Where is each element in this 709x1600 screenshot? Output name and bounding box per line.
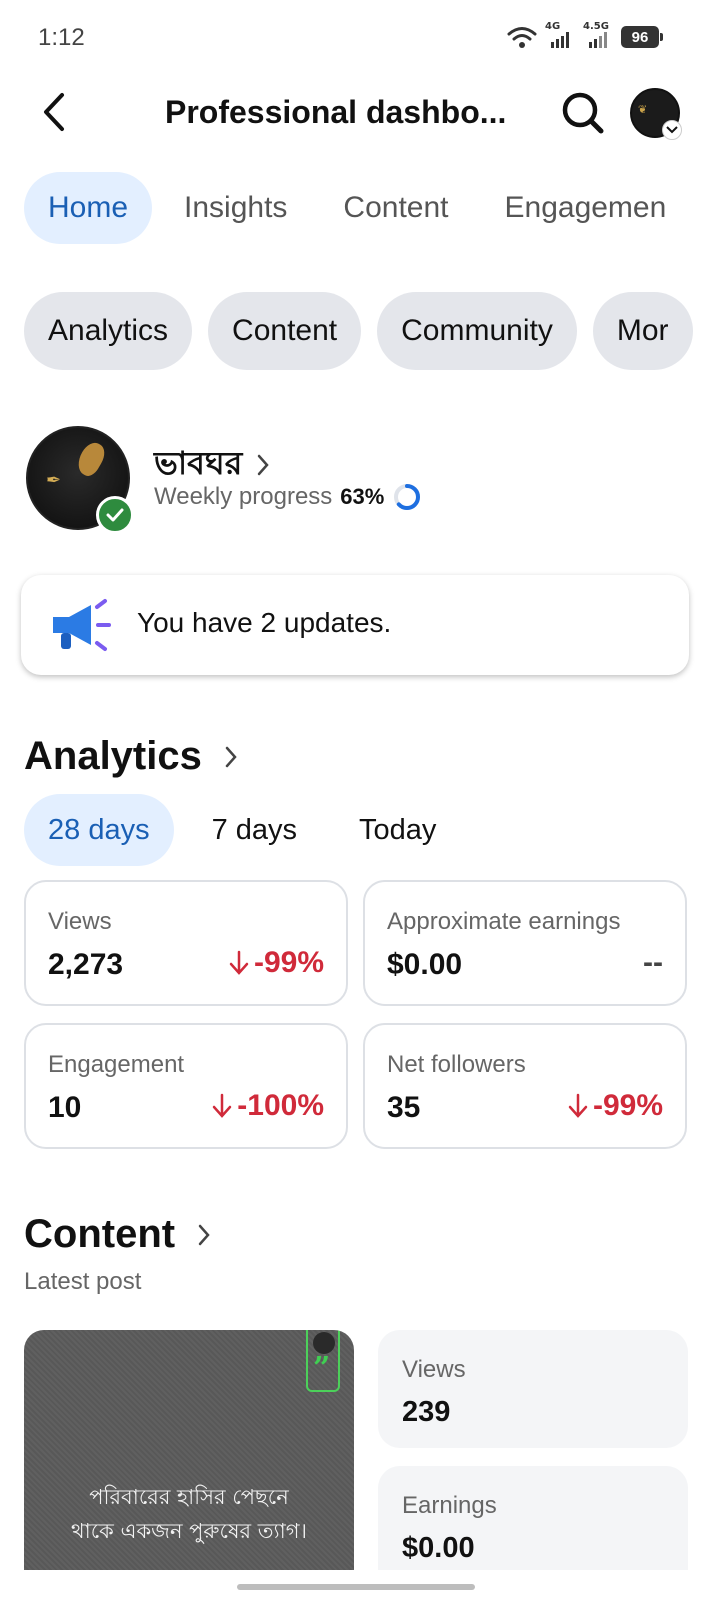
post-caption: পরিবারের হাসির পেছনে থাকে একজন পুরুষের ত… xyxy=(71,1485,307,1543)
metric-value: $0.00 xyxy=(387,948,463,981)
analytics-title: Analytics xyxy=(24,734,202,778)
chip-community[interactable]: Community xyxy=(377,292,577,370)
megaphone-icon xyxy=(53,599,111,651)
analytics-heading[interactable]: Analytics xyxy=(24,734,238,779)
weekly-progress-label: Weekly progress xyxy=(154,483,333,510)
chevron-right-icon xyxy=(225,746,237,767)
verified-badge xyxy=(96,496,134,534)
metric-label: Engagement xyxy=(48,1051,185,1078)
avatar-logo: ❦ xyxy=(638,104,648,116)
metric-change: -- xyxy=(643,946,663,980)
metric-value: 2,273 xyxy=(48,948,124,981)
range-28-days[interactable]: 28 days xyxy=(24,794,174,866)
metric-change: -99% xyxy=(228,946,324,980)
chevron-down-icon xyxy=(662,120,682,140)
check-icon xyxy=(106,508,124,522)
metric-change-value: -99% xyxy=(253,946,324,979)
metric-change-value: -- xyxy=(643,946,663,979)
metric-label: Approximate earnings xyxy=(387,908,621,935)
app-header: Professional dashbo... ❦ xyxy=(0,80,709,150)
progress-ring-icon xyxy=(394,484,421,510)
back-arrow-icon xyxy=(44,93,64,131)
profile-logo-mark: ✒ xyxy=(46,470,62,490)
status-bar: 1:12 4G 4.5G 96 xyxy=(0,0,709,76)
account-switcher-avatar[interactable]: ❦ xyxy=(630,88,682,140)
post-stat-value: $0.00 xyxy=(402,1532,475,1564)
metric-change: -99% xyxy=(567,1089,663,1123)
metric-value: 35 xyxy=(387,1091,421,1124)
tab-content[interactable]: Content xyxy=(319,172,472,244)
page-title: Professional dashbo... xyxy=(165,94,507,130)
updates-card[interactable]: You have 2 updates. xyxy=(21,575,689,675)
metric-label: Views xyxy=(48,908,112,935)
analytics-range-tabs: 28 days 7 days Today xyxy=(24,794,474,866)
search-button[interactable] xyxy=(556,86,610,140)
metric-change: -100% xyxy=(211,1089,324,1123)
metric-change-value: -100% xyxy=(237,1089,324,1122)
weekly-progress-value: 63% xyxy=(340,484,385,509)
post-stat-label: Earnings xyxy=(402,1492,497,1519)
status-icons: 4G 4.5G 96 xyxy=(507,21,663,50)
range-today[interactable]: Today xyxy=(335,794,460,866)
wifi-icon xyxy=(507,27,537,48)
latest-post-thumbnail[interactable]: ” পরিবারের হাসির পেছনে থাকে একজন পুরুষের… xyxy=(24,1330,354,1570)
chip-analytics[interactable]: Analytics xyxy=(24,292,193,370)
shortcut-chips: Analytics Content Community Mor xyxy=(24,292,709,370)
signal-4g-icon: 4G xyxy=(545,21,575,50)
feather-logo-icon xyxy=(72,438,110,480)
chip-content[interactable]: Content xyxy=(208,292,362,370)
search-icon xyxy=(562,92,604,134)
metric-change-value: -99% xyxy=(592,1089,663,1122)
metric-label: Net followers xyxy=(387,1051,526,1078)
dashboard-tabs: Home Insights Content Engagemen xyxy=(24,172,709,244)
tab-engagement[interactable]: Engagemen xyxy=(481,172,691,244)
content-heading[interactable]: Content xyxy=(24,1212,211,1257)
post-stat-earnings: Earnings $0.00 xyxy=(378,1466,688,1570)
content-subtitle: Latest post xyxy=(24,1268,142,1295)
metric-card-views[interactable]: Views 2,273 -99% xyxy=(24,880,348,1006)
home-indicator[interactable] xyxy=(237,1584,475,1590)
tab-home[interactable]: Home xyxy=(24,172,153,244)
quote-icon: ” xyxy=(313,1351,331,1386)
updates-text: You have 2 updates. xyxy=(137,607,392,638)
range-7-days[interactable]: 7 days xyxy=(188,794,321,866)
metric-card-net-followers[interactable]: Net followers 35 -99% xyxy=(363,1023,687,1149)
post-stat-views: Views 239 xyxy=(378,1330,688,1448)
metric-value: 10 xyxy=(48,1091,82,1124)
battery-indicator: 96 xyxy=(621,26,663,48)
weekly-progress: Weekly progress 63% xyxy=(154,482,422,512)
arrow-down-icon xyxy=(229,950,249,975)
chip-more[interactable]: Mor xyxy=(592,292,693,370)
metric-card-earnings[interactable]: Approximate earnings $0.00 -- xyxy=(363,880,687,1006)
arrow-down-icon xyxy=(568,1093,588,1118)
profile-summary: ✒ ভাবঘর Weekly progress 63% xyxy=(26,426,686,536)
content-title: Content xyxy=(24,1212,176,1256)
post-stat-value: 239 xyxy=(402,1396,451,1428)
metric-card-engagement[interactable]: Engagement 10 -100% xyxy=(24,1023,348,1149)
chevron-right-icon xyxy=(258,454,269,476)
quote-badge: ” xyxy=(306,1330,340,1392)
arrow-down-icon xyxy=(213,1093,232,1118)
back-button[interactable] xyxy=(30,88,78,136)
status-time: 1:12 xyxy=(38,24,85,51)
tab-insights[interactable]: Insights xyxy=(160,172,311,244)
signal-4-5g-icon: 4.5G xyxy=(583,21,613,50)
chevron-right-icon xyxy=(198,1224,210,1245)
post-stat-label: Views xyxy=(402,1356,466,1383)
